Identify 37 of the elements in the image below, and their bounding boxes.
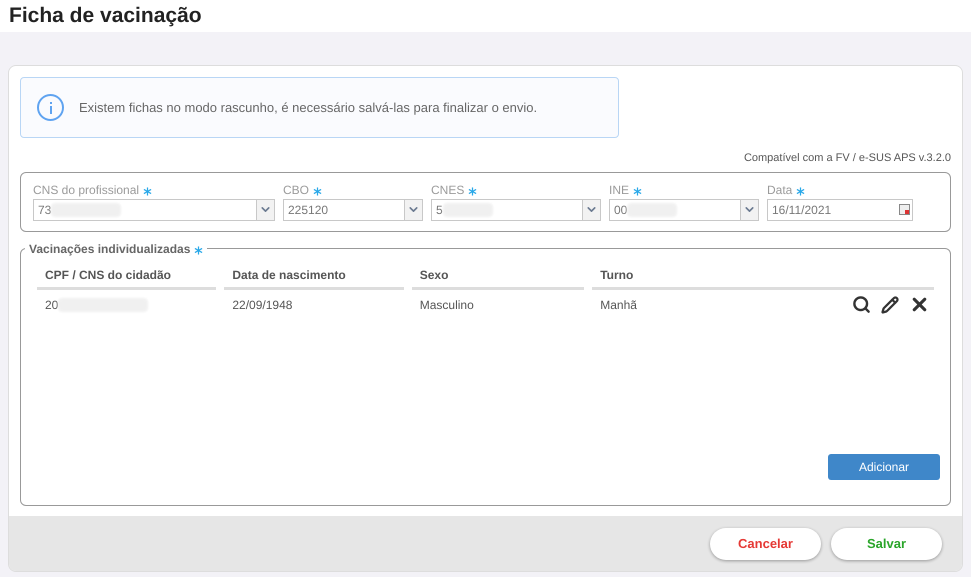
field-label: Data	[767, 182, 792, 198]
field-value: 16/11/2021	[771, 202, 832, 218]
field-label: CNES	[431, 182, 464, 198]
page-title: Ficha de vacinação	[9, 3, 202, 30]
table-cell-text: 22/09/1948	[232, 296, 292, 314]
field-value: 00	[613, 202, 628, 218]
select-field[interactable]: 225120	[283, 198, 423, 220]
dropdown-icon	[582, 200, 600, 220]
field-value: 73	[37, 202, 52, 218]
field-label: INE	[609, 182, 630, 198]
column-header: Turno	[592, 264, 934, 290]
select-field[interactable]: 00	[609, 198, 759, 220]
column-header: CPF / CNS do cidadão	[37, 264, 216, 290]
field-label: CNS do profissional	[33, 182, 140, 198]
save-button[interactable]: Salvar	[831, 528, 942, 560]
column-header: Data de nascimento	[224, 264, 404, 290]
table-cell-text: 20	[45, 296, 58, 314]
dropdown-icon	[256, 200, 274, 220]
cancel-button[interactable]: Cancelar	[710, 528, 821, 560]
section-title: Vacinações individualizadas	[29, 240, 190, 258]
column-header: Sexo	[412, 264, 584, 290]
info-icon	[37, 94, 64, 121]
dropdown-icon	[404, 200, 422, 220]
field-value: 225120	[287, 202, 328, 218]
date-field[interactable]: 16/11/2021	[767, 198, 913, 220]
field-value: 5	[435, 202, 443, 218]
dropdown-icon	[740, 200, 758, 220]
compatibility-note: Compatível com a FV / e-SUS APS v.3.2.0	[744, 151, 951, 166]
table-cell-text: Manhã	[600, 296, 637, 314]
pencil-icon[interactable]	[881, 296, 899, 314]
field-label: CBO	[283, 182, 310, 198]
table-cell-text: Masculino	[420, 296, 474, 314]
add-button[interactable]: Adicionar	[828, 454, 940, 480]
select-field[interactable]: 5	[431, 198, 601, 220]
select-field[interactable]: 73	[33, 198, 275, 220]
search-icon[interactable]	[852, 295, 871, 314]
alert-message: Existem fichas no modo rascunho, é necessário salvá-las para finalizar o envio.	[79, 98, 538, 117]
